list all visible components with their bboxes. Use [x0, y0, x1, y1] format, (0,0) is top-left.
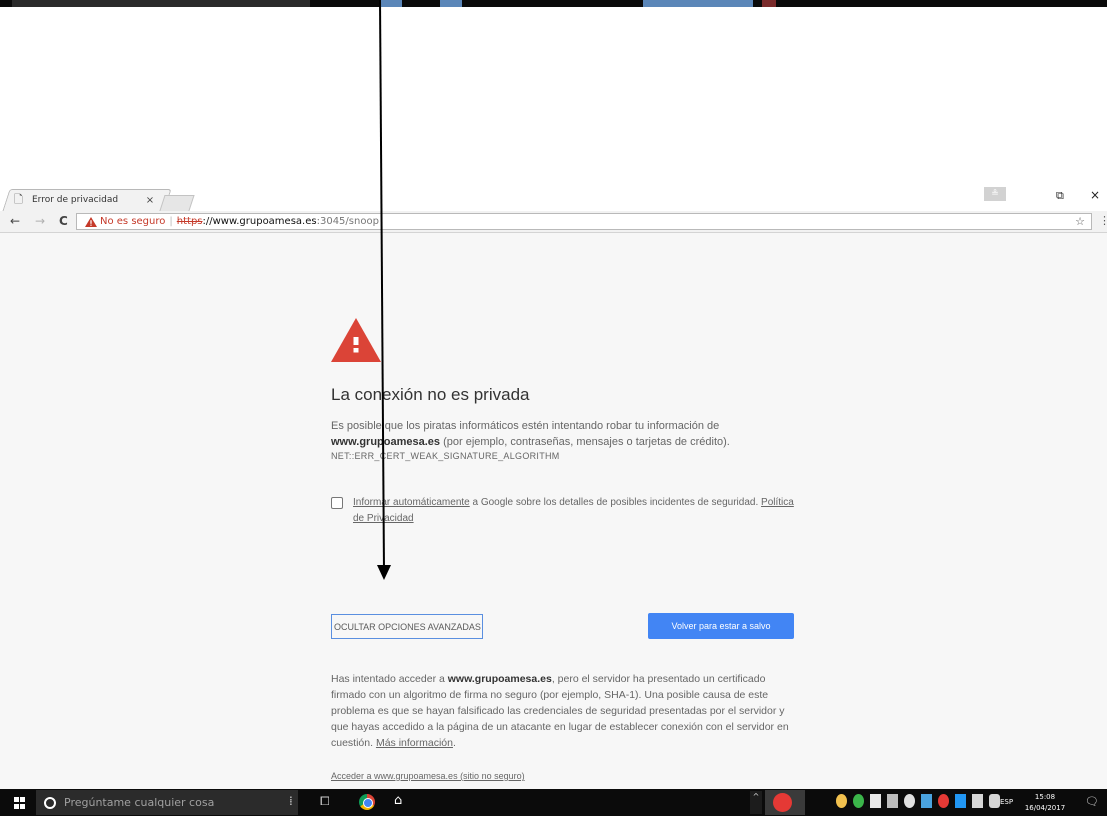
language-indicator[interactable]: ESP	[1000, 798, 1013, 806]
tray-app-icon[interactable]	[765, 790, 805, 815]
tray-icon-2[interactable]	[853, 794, 864, 808]
task-view-icon[interactable]: ⧠	[320, 794, 330, 809]
security-status[interactable]: No es seguro	[100, 216, 165, 227]
bookmark-star-icon[interactable]: ☆	[1075, 215, 1085, 228]
page-icon: 🗋	[14, 193, 23, 206]
search-placeholder: Pregúntame cualquier cosa	[64, 796, 215, 809]
cortana-search-box[interactable]: Pregúntame cualquier cosa	[36, 790, 298, 815]
other-window-edge	[0, 0, 1107, 7]
notifications-icon[interactable]: 🗨	[1085, 795, 1099, 808]
details-end: .	[452, 737, 456, 749]
window-edge-segment	[440, 0, 462, 7]
advanced-details: Has intentado acceder a www.grupoamesa.e…	[331, 671, 793, 751]
report-description: a Google sobre los detalles de posibles …	[472, 497, 759, 508]
tab-strip: 🗋 Error de privacidad × ≗ ⧉ ×	[0, 185, 1107, 211]
tray-icon-1[interactable]	[836, 794, 847, 808]
cloud-icon[interactable]	[904, 794, 915, 808]
report-option: Informar automáticamente a Google sobre …	[331, 495, 801, 527]
url-path: :3045/snoop	[316, 216, 379, 227]
window-edge-segment	[762, 0, 776, 7]
windows-taskbar: Pregúntame cualquier cosa ⁞ ⧠ ⌂ ^ ESP 15…	[0, 789, 1107, 816]
show-hidden-icons-button[interactable]: ^	[750, 791, 762, 814]
volume-icon[interactable]	[989, 794, 1000, 808]
privacy-error-page: La conexión no es privada Es posible que…	[0, 233, 1107, 789]
warning-icon	[85, 216, 97, 227]
url-host: ://www.grupoamesa.es	[202, 216, 317, 227]
window-edge-segment	[380, 0, 402, 7]
chrome-icon[interactable]	[359, 794, 375, 810]
back-icon[interactable]: ←	[10, 214, 20, 228]
tab-title: Error de privacidad	[32, 195, 119, 205]
hide-advanced-button[interactable]: OCULTAR OPCIONES AVANZADAS	[331, 614, 483, 639]
clock-date: 16/04/2017	[1024, 804, 1066, 812]
explanation-text: Es posible que los piratas informáticos …	[331, 418, 801, 450]
restore-window-icon[interactable]: ⧉	[1056, 189, 1064, 203]
browser-menu-icon[interactable]: ⋮	[1099, 214, 1107, 227]
usb-icon[interactable]	[887, 794, 898, 808]
microphone-icon[interactable]: ⁞	[289, 794, 293, 808]
more-info-link[interactable]: Más información	[376, 737, 453, 749]
tray-icon-7[interactable]	[938, 794, 949, 808]
close-window-icon[interactable]: ×	[1090, 188, 1100, 202]
details-pre: Has intentado acceder a	[331, 673, 445, 685]
window-edge-segment	[12, 0, 310, 7]
danger-triangle-icon	[331, 318, 381, 362]
proceed-unsafe-link[interactable]: Acceder a www.grupoamesa.es (sitio no se…	[331, 771, 525, 781]
page-title: La conexión no es privada	[331, 385, 530, 404]
store-icon[interactable]: ⌂	[394, 793, 410, 809]
back-to-safety-button[interactable]: Volver para estar a salvo	[648, 613, 794, 639]
reload-icon[interactable]: C	[59, 214, 68, 228]
system-tray-icons	[836, 794, 1000, 808]
explanation-post: (por ejemplo, contraseñas, mensajes o ta…	[443, 436, 730, 448]
tab-content: 🗋 Error de privacidad ×	[14, 191, 164, 209]
report-link[interactable]: Informar automáticamente	[353, 497, 470, 508]
clock[interactable]: 15:08 16/04/2017	[1024, 792, 1066, 814]
explanation-host: www.grupoamesa.es	[331, 436, 441, 448]
profile-icon[interactable]: ≗	[984, 187, 1006, 201]
clock-time: 15:08	[1034, 793, 1056, 801]
window-edge-segment	[643, 0, 753, 7]
browser-window: 🗋 Error de privacidad × ≗ ⧉ × ← → C No e…	[0, 185, 1107, 789]
tray-icon-8[interactable]	[955, 794, 966, 808]
url-scheme: https	[176, 216, 203, 227]
tray-icon-6[interactable]	[921, 794, 932, 808]
windows-start-icon[interactable]	[14, 797, 26, 809]
new-tab-button[interactable]	[159, 195, 195, 211]
screen: 🗋 Error de privacidad × ≗ ⧉ × ← → C No e…	[0, 0, 1107, 816]
explanation-pre: Es posible que los piratas informáticos …	[331, 420, 720, 432]
address-bar[interactable]: No es seguro | https ://www.grupoamesa.e…	[76, 213, 1092, 230]
url-separator: |	[169, 216, 173, 227]
app-logo-icon	[773, 793, 792, 812]
details-host: www.grupoamesa.es	[447, 673, 552, 685]
error-code: NET::ERR_CERT_WEAK_SIGNATURE_ALGORITHM	[331, 451, 560, 461]
tab-close-icon[interactable]: ×	[144, 195, 156, 206]
cortana-icon	[44, 796, 56, 809]
report-text: Informar automáticamente a Google sobre …	[353, 495, 801, 527]
browser-toolbar: ← → C No es seguro | https ://www.grupoa…	[0, 211, 1107, 233]
tray-icon-3[interactable]	[870, 794, 881, 808]
forward-icon[interactable]: →	[35, 214, 45, 228]
report-checkbox[interactable]	[331, 497, 343, 509]
network-icon[interactable]	[972, 794, 983, 808]
